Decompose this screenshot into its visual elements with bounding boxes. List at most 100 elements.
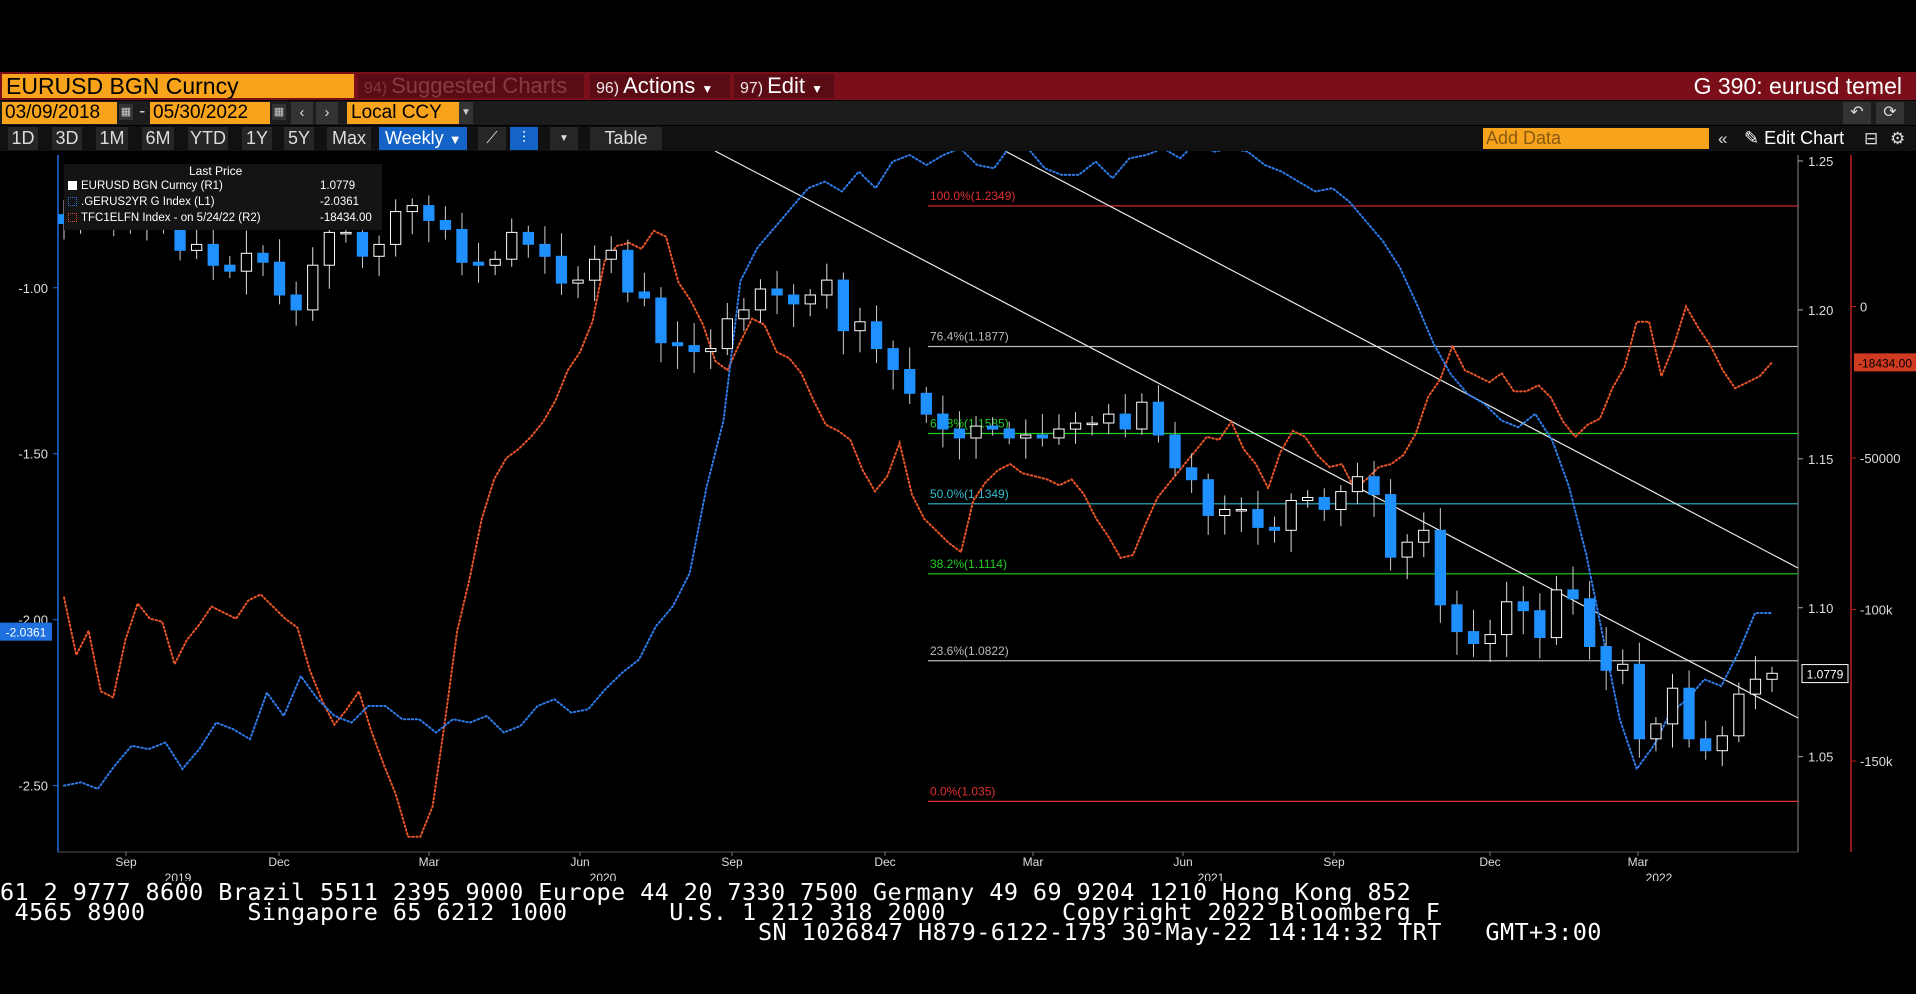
candle-body — [788, 294, 800, 305]
candle-body — [555, 255, 568, 284]
add-data-input[interactable]: Add Data — [1483, 128, 1709, 149]
x-axis-tick-label: Mar — [419, 855, 440, 869]
candle-body — [870, 321, 883, 350]
left-axis-tick-label: -2.50 — [18, 779, 48, 794]
frequency-select[interactable]: Weekly ▼ — [379, 127, 467, 150]
candle-body — [1683, 687, 1695, 740]
x-axis-year-label: 2020 — [590, 871, 617, 881]
refresh-icon[interactable]: ⟳ — [1876, 102, 1904, 124]
x-axis-year-label: 2019 — [165, 871, 192, 881]
candle-body — [290, 294, 302, 311]
suggested-charts-menu[interactable]: 94) Suggested Charts — [358, 74, 584, 98]
period-1m[interactable]: 1M — [96, 127, 128, 150]
period-ytd[interactable]: YTD — [188, 127, 228, 150]
legend-label: TFC1ELFN Index - on 5/24/22 (R2) — [81, 212, 261, 224]
candle-body — [373, 243, 385, 257]
candle-body — [1318, 497, 1330, 510]
menu-label: Edit — [767, 73, 806, 98]
candle-body — [323, 231, 336, 266]
period-6m[interactable]: 6M — [142, 127, 174, 150]
candle-body — [522, 231, 535, 245]
candle-body — [390, 211, 402, 245]
chevron-down-icon[interactable]: ▼ — [550, 127, 578, 150]
x-axis-tick-label: Mar — [1023, 855, 1044, 869]
x-axis-tick-label: Jun — [570, 855, 589, 869]
x-axis-tick-label: Dec — [874, 855, 895, 869]
candle-body — [1749, 678, 1762, 695]
x-axis-tick-label: Sep — [115, 855, 137, 869]
candle-body — [1451, 604, 1463, 633]
period-3d[interactable]: 3D — [52, 127, 82, 150]
fib-level-label: 50.0%(1.1349) — [930, 487, 1009, 501]
candle-body — [489, 258, 501, 266]
right-axis-tick-label: 1.15 — [1808, 452, 1833, 467]
date-separator: - — [139, 101, 146, 122]
right2-value-tag-label: -18434.00 — [1858, 356, 1912, 370]
candle-body — [1119, 413, 1131, 430]
candle-body — [1716, 735, 1728, 752]
candle-body — [1600, 646, 1612, 671]
edit-chart-button[interactable]: ✎ Edit Chart — [1744, 127, 1844, 150]
x-axis-tick-label: Dec — [1479, 855, 1500, 869]
fib-level-label: 0.0%(1.035) — [930, 784, 995, 798]
end-date-field[interactable]: 05/30/2022 — [150, 102, 270, 124]
candle-body — [854, 321, 866, 332]
actions-menu[interactable]: 96) Actions ▼ — [590, 74, 730, 98]
currency-select[interactable]: Local CCY — [347, 102, 459, 124]
next-period-button[interactable]: › — [316, 102, 338, 124]
candle-body — [191, 243, 203, 251]
candle-body — [1003, 428, 1015, 439]
candle-body — [1617, 663, 1629, 671]
edit-menu[interactable]: 97) Edit ▼ — [734, 74, 834, 98]
legend-item-gerus2yr: .GERUS2YR G Index (L1) -2.0361 — [68, 195, 359, 210]
calendar-icon[interactable]: ▦ — [272, 104, 286, 120]
candle-body — [1700, 738, 1712, 752]
fib-level-label: 23.6%(1.0822) — [930, 644, 1009, 658]
candle-body — [953, 428, 966, 439]
period-1d[interactable]: 1D — [8, 127, 38, 150]
prev-period-button[interactable]: ‹ — [291, 102, 313, 124]
chart-settings-icon[interactable]: ⊟ — [1864, 127, 1878, 150]
indicator-icon[interactable]: ⫶ — [510, 127, 538, 150]
candle-body — [207, 243, 219, 266]
security-field[interactable]: EURUSD BGN Curncy — [2, 74, 354, 98]
pencil-icon: ✎ — [1744, 128, 1760, 148]
undo-icon[interactable]: ↶ — [1843, 102, 1871, 124]
start-date-field[interactable]: 03/09/2018 — [2, 102, 117, 124]
legend-header: Last Price — [189, 164, 243, 178]
right-axis-tick-label: 1.20 — [1808, 303, 1833, 318]
menu-number: 97) — [740, 80, 764, 97]
candle-body — [1202, 479, 1214, 516]
calendar-icon[interactable]: ▦ — [119, 104, 133, 120]
candle-body — [821, 279, 833, 296]
right2-axis-tick-label: -50000 — [1860, 451, 1900, 466]
candle-body — [1633, 663, 1645, 740]
right-value-tag-label: 1.0779 — [1807, 668, 1844, 682]
menu-number: 94) — [364, 80, 388, 97]
candle-body — [605, 249, 617, 260]
candle-body — [1484, 634, 1496, 644]
x-axis-year-label: 2021 — [1198, 871, 1225, 881]
dropdown-arrow-icon: ▼ — [811, 82, 824, 96]
x-axis-year-label: 2022 — [1646, 871, 1673, 881]
chevron-down-icon[interactable]: ▼ — [459, 102, 473, 124]
candle-body — [721, 318, 734, 350]
candle-body — [638, 291, 651, 299]
period-5y[interactable]: 5Y — [284, 127, 314, 150]
period-max[interactable]: Max — [327, 127, 371, 150]
line-chart-icon[interactable]: ⟋ — [478, 127, 506, 150]
collapse-icon[interactable]: « — [1718, 127, 1727, 150]
gear-icon[interactable]: ⚙ — [1890, 127, 1905, 150]
table-button[interactable]: Table — [590, 127, 662, 150]
period-1y[interactable]: 1Y — [242, 127, 272, 150]
candle-body — [1285, 500, 1297, 531]
candle-body — [1053, 428, 1065, 439]
price-chart[interactable]: -1.00-1.50-2.00-2.501.251.201.151.101.05… — [0, 151, 1916, 881]
tfc1elfn-series-line — [63, 229, 1773, 838]
candle-body — [240, 252, 253, 272]
candle-body — [273, 261, 286, 296]
candle-body — [1567, 589, 1579, 600]
candle-body — [307, 264, 319, 311]
candle-body — [1086, 422, 1098, 426]
left-value-tag-label: -2.0361 — [6, 626, 47, 640]
